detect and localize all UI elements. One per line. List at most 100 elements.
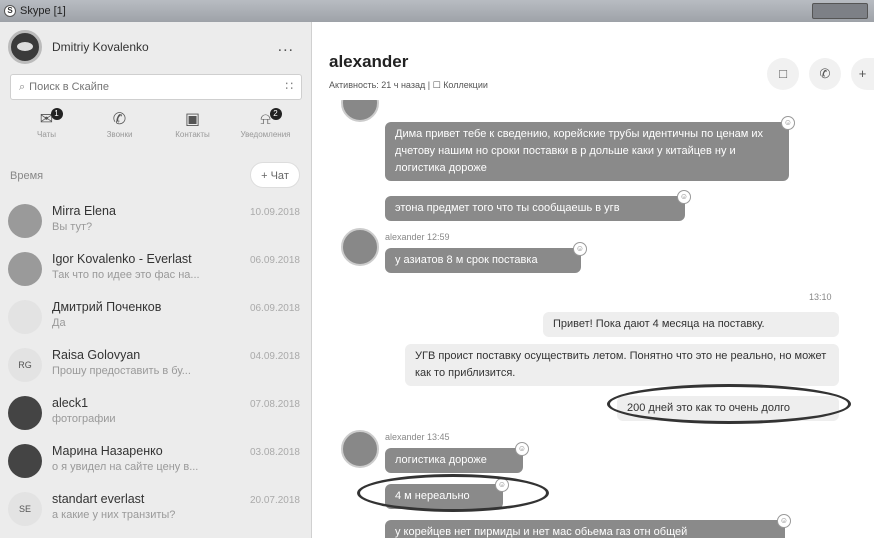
reaction-icon[interactable]: ☺	[777, 514, 791, 528]
contact-name: Марина Назаренко	[52, 444, 163, 458]
tab-notifications[interactable]: ⍾ 2 Уведомления	[234, 108, 298, 150]
avatar	[8, 204, 42, 238]
tab-chats[interactable]: ✉ 1 Чаты	[15, 108, 79, 150]
contact-name: Mirra Elena	[52, 204, 116, 218]
message-bubble[interactable]: у корейцев нет пирмиды и нет мас обьема …	[385, 514, 791, 538]
contact-date: 06.09.2018	[249, 303, 300, 314]
contact-name: Igor Kovalenko - Everlast	[52, 252, 192, 266]
contact-last-message: Так что по идее это фас на...	[52, 269, 200, 281]
contact-last-message: о я увидел на сайте цену в...	[52, 461, 199, 473]
add-person-icon: +	[858, 66, 867, 81]
contact-date: 06.09.2018	[249, 255, 300, 266]
contact-item[interactable]: Igor Kovalenko - Everlast Так что по иде…	[0, 246, 312, 294]
chat-header: alexander Активность: 21 ч назад | ☐ Кол…	[313, 22, 874, 100]
contact-name: aleck1	[52, 396, 89, 410]
contact-name: standart everlast	[52, 492, 145, 506]
activity-status: Активность: 21 ч назад	[329, 80, 426, 90]
avatar	[341, 228, 379, 266]
contact-date: 03.08.2018	[249, 447, 300, 458]
phone-icon: ✆	[819, 66, 831, 81]
bell-icon: ⍾	[260, 111, 271, 128]
message-bubble[interactable]: Дима привет тебе к сведению, корейские т…	[385, 116, 795, 181]
window-controls[interactable]	[812, 3, 868, 19]
contact-last-message: фотографии	[52, 413, 116, 425]
contact-item[interactable]: SE standart everlast а какие у них транз…	[0, 486, 312, 534]
profile-name: Dmitriy Kovalenko	[52, 40, 149, 54]
message-bubble[interactable]: этона предмет того что ты сообщаешь в уг…	[385, 190, 691, 221]
chats-badge: 1	[50, 108, 63, 120]
contact-item[interactable]: Дмитрий Поченков Да 06.09.2018	[0, 294, 312, 342]
avatar	[341, 100, 379, 122]
audio-call-button[interactable]: ✆	[809, 58, 841, 90]
hand-drawn-circle	[607, 384, 851, 424]
sort-dropdown[interactable]: Время	[10, 170, 43, 182]
phone-icon: ✆	[112, 111, 127, 128]
contact-name: Дмитрий Поченков	[52, 300, 162, 314]
chat-icon: ✉	[39, 111, 54, 128]
sidebar: Dmitriy Kovalenko ... ⌕ ∷ ✉ 1 Чаты ✆ Зво…	[0, 22, 312, 538]
tab-notifications-label: Уведомления	[240, 130, 291, 139]
contact-last-message: а какие у них транзиты?	[52, 509, 176, 521]
contact-name: Raisa Golovyan	[52, 348, 141, 362]
add-person-button[interactable]: +	[851, 58, 874, 90]
skype-logo-icon: S	[4, 5, 16, 17]
reaction-icon[interactable]: ☺	[515, 442, 529, 456]
avatar	[8, 396, 42, 430]
message-text: этона предмет того что ты сообщаешь в уг…	[395, 202, 620, 214]
collections-link[interactable]: Коллекции	[443, 80, 488, 90]
contact-item[interactable]: Марина Назаренко о я увидел на сайте цен…	[0, 438, 312, 486]
list-header: Время + Чат	[0, 160, 312, 196]
chat-title[interactable]: alexander	[329, 52, 408, 72]
contact-date: 07.08.2018	[249, 399, 300, 410]
profile-header[interactable]: Dmitriy Kovalenko ...	[8, 30, 304, 64]
contacts-icon: ▣	[184, 111, 201, 128]
reaction-icon[interactable]: ☺	[781, 116, 795, 130]
reaction-icon[interactable]: ☺	[573, 242, 587, 256]
outgoing-message[interactable]: Привет! Пока дают 4 месяца на поставку.	[543, 312, 839, 337]
contact-date: 20.07.2018	[249, 495, 300, 506]
message-text: у корейцев нет пирмиды и нет мас обьема …	[395, 526, 688, 538]
tab-chats-label: Чаты	[36, 130, 57, 139]
tab-contacts[interactable]: ▣ Контакты	[161, 110, 225, 150]
message-text: Привет! Пока дают 4 месяца на поставку.	[553, 318, 765, 330]
nav-tabs: ✉ 1 Чаты ✆ Звонки ▣ Контакты ⍾ 2 Уведомл…	[10, 108, 302, 150]
avatar: SE	[8, 492, 42, 526]
avatar	[8, 300, 42, 334]
outgoing-message[interactable]: УГВ проист поставку осуществить летом. П…	[405, 344, 839, 386]
status-separator: |	[427, 80, 431, 90]
avatar	[8, 252, 42, 286]
search-icon: ⌕	[19, 80, 26, 93]
collections-icon: ☐	[432, 80, 441, 90]
search-box[interactable]: ⌕ ∷	[10, 74, 302, 100]
contact-last-message: Прошу предоставить в бу...	[52, 365, 191, 377]
message-text: у азиатов 8 м срок поставка	[395, 254, 538, 266]
tab-calls[interactable]: ✆ Звонки	[88, 110, 152, 150]
tab-contacts-label: Контакты	[175, 130, 210, 139]
contact-date: 04.09.2018	[249, 351, 300, 362]
title-bar: S Skype [1]	[0, 0, 874, 22]
message-text: логистика дороже	[395, 454, 487, 466]
contact-item[interactable]: Mirra Elena Вы тут? 10.09.2018	[0, 198, 312, 246]
contact-last-message: Да	[52, 317, 66, 329]
contact-item[interactable]: aleck1 фотографии 07.08.2018	[0, 390, 312, 438]
avatar: RG	[8, 348, 42, 382]
search-input[interactable]	[29, 81, 260, 93]
tab-calls-label: Звонки	[106, 130, 133, 139]
dialpad-icon[interactable]: ∷	[285, 79, 293, 93]
message-text: Дима привет тебе к сведению, корейские т…	[395, 128, 764, 174]
more-options-icon[interactable]: ...	[278, 38, 294, 56]
message-text: УГВ проист поставку осуществить летом. П…	[415, 350, 827, 379]
hand-drawn-circle	[357, 474, 549, 512]
notifications-badge: 2	[269, 108, 282, 120]
contact-item[interactable]: RG Raisa Golovyan Прошу предоставить в б…	[0, 342, 312, 390]
message-bubble[interactable]: у азиатов 8 м срок поставка ☺	[385, 242, 587, 273]
message-meta: alexander 13:45	[385, 432, 450, 442]
video-call-button[interactable]: □	[767, 58, 799, 90]
message-meta: alexander 12:59	[385, 232, 450, 242]
my-avatar[interactable]	[8, 30, 42, 64]
chat-area: Дима привет тебе к сведению, корейские т…	[313, 100, 874, 538]
new-chat-button[interactable]: + Чат	[250, 162, 300, 188]
message-bubble[interactable]: логистика дороже ☺	[385, 442, 529, 473]
avatar	[8, 444, 42, 478]
reaction-icon[interactable]: ☺	[677, 190, 691, 204]
